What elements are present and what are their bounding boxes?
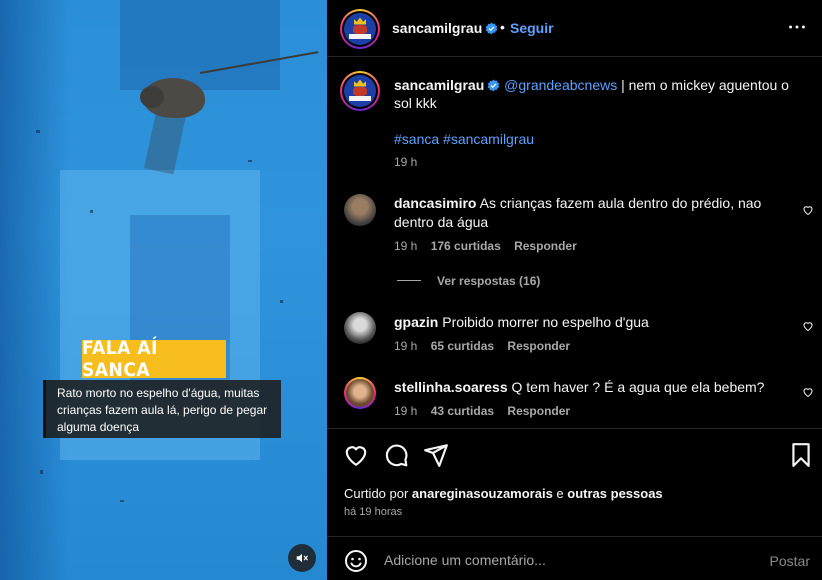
overlay-tag: FALA AÍ SANCA xyxy=(82,337,226,381)
posted-time: há 19 horas xyxy=(344,506,403,518)
actions-divider xyxy=(327,428,822,429)
mention-link[interactable]: @grandeabcnews xyxy=(504,77,617,93)
mute-button[interactable] xyxy=(288,544,316,572)
video-caption: Rato morto no espelho d'água, muitas cri… xyxy=(43,380,281,438)
commenter-avatar[interactable] xyxy=(344,312,376,344)
heart-icon[interactable] xyxy=(802,320,814,332)
post-details-panel: sancamilgrau • Seguir sancamilgrau @gran… xyxy=(327,0,822,580)
author-username[interactable]: sancamilgrau xyxy=(392,20,498,36)
commenter-username[interactable]: stellinha.soaress xyxy=(394,379,508,395)
comment-meta: 19 h 176 curtidas Responder xyxy=(394,239,587,253)
comment-meta: 19 h 43 curtidas Responder xyxy=(394,404,580,418)
post-time: 19 h xyxy=(394,155,418,169)
commenter-username[interactable]: dancasimiro xyxy=(394,195,476,211)
debris xyxy=(90,210,93,213)
post-comment-button[interactable]: Postar xyxy=(770,553,810,569)
comment-item: dancasimiro As crianças fazem aula dentr… xyxy=(344,194,814,264)
more-horizontal-icon[interactable] xyxy=(786,16,808,38)
send-icon[interactable] xyxy=(423,442,449,468)
comment-item: stellinha.soaress Q tem haver ? É a agua… xyxy=(344,377,814,422)
verified-badge-icon xyxy=(485,22,498,35)
caption-username[interactable]: sancamilgrau xyxy=(394,77,484,93)
debris xyxy=(120,500,124,502)
rat-reflection xyxy=(144,109,186,175)
comment-time: 19 h xyxy=(394,239,418,253)
commenter-avatar[interactable] xyxy=(344,194,376,226)
bookmark-icon[interactable] xyxy=(788,442,814,468)
comment-text: gpazin Proibido morrer no espelho d'gua xyxy=(394,314,649,330)
reply-button[interactable]: Responder xyxy=(507,404,570,418)
pool-wall xyxy=(120,0,280,90)
comment-input[interactable] xyxy=(384,549,744,571)
post-caption: sancamilgrau @grandeabcnews | nem o mick… xyxy=(394,76,794,112)
liked-by: Curtido por anareginasouzamorais e outra… xyxy=(344,486,663,501)
follow-button[interactable]: Seguir xyxy=(510,20,554,36)
comment-meta: 19 h 65 curtidas Responder xyxy=(394,339,580,353)
comment-likes[interactable]: 176 curtidas xyxy=(431,239,501,253)
heart-icon[interactable] xyxy=(343,442,369,468)
author-avatar[interactable] xyxy=(340,9,380,49)
view-replies-button[interactable]: Ver respostas (16) xyxy=(397,274,540,288)
debris xyxy=(248,160,252,162)
comment-composer: Postar xyxy=(327,536,822,580)
heart-icon[interactable] xyxy=(802,204,814,216)
reply-button[interactable]: Responder xyxy=(514,239,577,253)
post-media[interactable]: FALA AÍ SANCA Rato morto no espelho d'ág… xyxy=(0,0,327,580)
verified-badge-icon xyxy=(487,79,500,92)
hashtag-links[interactable]: #sanca #sancamilgrau xyxy=(394,131,534,147)
comment-likes[interactable]: 43 curtidas xyxy=(431,404,494,418)
liked-by-user[interactable]: anareginasouzamorais xyxy=(412,486,553,501)
comment-icon[interactable] xyxy=(383,442,409,468)
commenter-username[interactable]: gpazin xyxy=(394,314,438,330)
comment-item: gpazin Proibido morrer no espelho d'gua … xyxy=(344,312,814,357)
debris xyxy=(280,300,283,303)
rat-head xyxy=(140,86,164,108)
heart-icon[interactable] xyxy=(802,386,814,398)
comment-time: 19 h xyxy=(394,339,418,353)
comment-likes[interactable]: 65 curtidas xyxy=(431,339,494,353)
speaker-muted-icon xyxy=(296,553,308,563)
liked-by-others[interactable]: outras pessoas xyxy=(567,486,662,501)
replies-divider xyxy=(397,280,421,281)
debris xyxy=(36,130,40,133)
comment-time: 19 h xyxy=(394,404,418,418)
header-separator: • xyxy=(500,19,505,35)
commenter-avatar[interactable] xyxy=(344,377,376,409)
reply-button[interactable]: Responder xyxy=(507,339,570,353)
post-header: sancamilgrau • Seguir xyxy=(327,0,822,57)
comment-text: dancasimiro As crianças fazem aula dentr… xyxy=(394,195,762,230)
caption-author-avatar[interactable] xyxy=(340,71,380,111)
debris xyxy=(40,470,43,474)
comment-text: stellinha.soaress Q tem haver ? É a agua… xyxy=(394,379,765,395)
emoji-icon[interactable] xyxy=(344,549,368,573)
